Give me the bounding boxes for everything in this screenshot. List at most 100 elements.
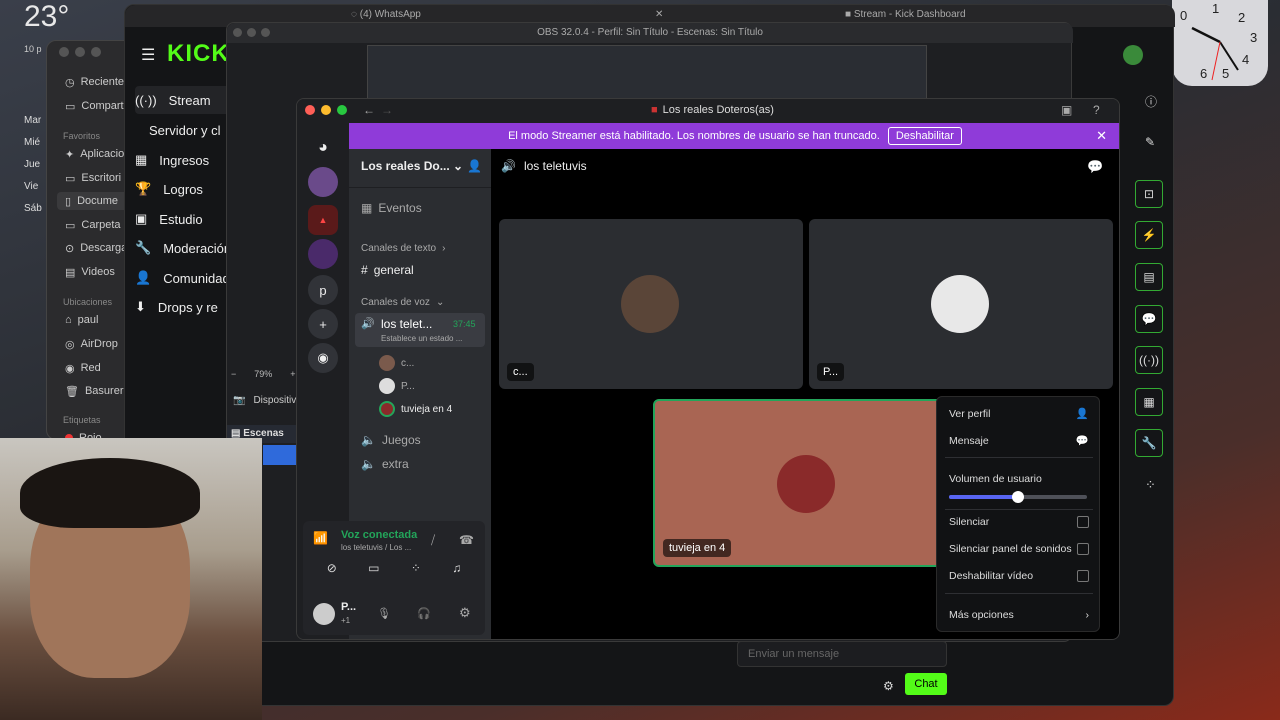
user-volume-slider[interactable] <box>949 491 1087 503</box>
zoom-dot-icon[interactable] <box>91 47 101 57</box>
menu-item-disable-video[interactable]: Deshabilitar vídeo <box>949 570 1089 582</box>
server-icon-p[interactable]: p <box>308 275 338 305</box>
text-channels-category[interactable]: Canales de texto › <box>361 243 445 254</box>
focus-icon[interactable]: ⊡ <box>1135 180 1163 208</box>
disable-streamer-mode-button[interactable]: Deshabilitar <box>887 127 962 145</box>
voice-connected-sub: los teletuvis / Los ... <box>341 543 412 552</box>
finder-item-network[interactable]: ◉ Red <box>65 359 101 377</box>
mute-soundboard-checkbox[interactable] <box>1077 543 1089 555</box>
close-banner-icon[interactable]: ✕ <box>1096 128 1107 144</box>
chat-send-button[interactable]: Chat <box>905 673 947 695</box>
finder-item-escritorio[interactable]: ▭ Escritori <box>65 169 121 187</box>
channel-general[interactable]: # general <box>361 263 414 277</box>
chat-message-input[interactable]: Enviar un mensaje <box>737 641 947 667</box>
video-tile-speaking[interactable]: tuvieja en 4 <box>653 399 957 567</box>
volume-knob[interactable] <box>1012 491 1024 503</box>
weather-temperature: 23° <box>24 0 70 33</box>
obs-scene-selected[interactable] <box>263 445 297 465</box>
mute-checkbox[interactable] <box>1077 516 1089 528</box>
channel-header-label: los teletuvis <box>523 159 587 173</box>
zoom-in-icon[interactable]: + <box>290 369 295 379</box>
events-item[interactable]: ▦ Eventos <box>361 201 422 215</box>
server-icon-3[interactable] <box>308 239 338 269</box>
invite-icon[interactable]: 👤 <box>467 159 482 173</box>
finder-item-compartido[interactable]: ▭ Compart <box>65 97 124 115</box>
finder-item-airdrop[interactable]: ◎ AirDrop <box>65 335 118 353</box>
noise-suppression-icon[interactable]: ⧸ <box>431 533 435 548</box>
chat-settings-gear-icon[interactable]: ⚙ <box>883 679 894 693</box>
finder-item-label: AirDrop <box>80 338 118 350</box>
chat-bubble-icon[interactable]: 💬 <box>1087 159 1103 175</box>
menu-item-message[interactable]: Mensaje 💬 <box>949 434 1089 448</box>
back-arrow-icon[interactable]: ← <box>363 103 375 117</box>
server-icon-dota[interactable]: ▲ <box>308 205 338 235</box>
chevron-right-icon: › <box>442 243 446 254</box>
microphone-icon[interactable]: 🎙 <box>377 607 391 620</box>
finder-item-carpeta[interactable]: ▭ Carpeta <box>65 216 121 234</box>
nav-label: Ingresos <box>159 152 210 168</box>
layout-icon[interactable]: ▦ <box>1135 388 1163 416</box>
screen-share-icon[interactable]: ▭ <box>368 561 379 585</box>
film-icon: ▤ <box>65 266 76 279</box>
voice-user[interactable]: P... <box>379 378 415 394</box>
voice-user-panel: 📶 Voz conectada los teletuvis / Los ... … <box>303 521 485 635</box>
discord-logo-icon[interactable]: ◕ <box>308 133 338 163</box>
chevron-down-icon: ⌄ <box>453 159 464 173</box>
help-icon[interactable]: ? <box>1093 103 1100 117</box>
minimize-dot-icon[interactable] <box>321 105 331 115</box>
menu-item-mute-soundboard[interactable]: Silenciar panel de sonidos <box>949 543 1089 555</box>
broadcast-icon[interactable]: ((·)) <box>1135 346 1163 374</box>
chat-bubble-icon: 💬 <box>1075 435 1089 447</box>
finder-item-recientes[interactable]: ◷ Reciente <box>65 73 124 91</box>
menu-item-mute[interactable]: Silenciar <box>949 516 1089 528</box>
disable-video-checkbox[interactable] <box>1077 570 1089 582</box>
camera-off-icon[interactable]: ⊘ <box>327 561 337 585</box>
lightning-icon[interactable]: ⚡ <box>1135 221 1163 249</box>
activities-icon[interactable]: ⁘ <box>411 561 421 585</box>
hamburger-menu-icon[interactable]: ☰ <box>141 45 155 65</box>
voice-channel-active[interactable]: 🔊 los telet... 37:45 Establece un estado… <box>355 313 485 347</box>
minimize-dot-icon[interactable] <box>75 47 85 57</box>
inbox-icon[interactable]: ▣ <box>1061 103 1072 117</box>
obs-source-device[interactable]: 📷 Dispositiv <box>233 395 296 406</box>
close-dot-icon[interactable] <box>305 105 315 115</box>
video-tile[interactable]: P... <box>809 219 1113 389</box>
soundboard-icon[interactable]: ♫ <box>452 561 461 585</box>
edit-icon[interactable]: ✎ <box>1145 135 1155 149</box>
voice-user[interactable]: tuvieja en 4 <box>379 401 452 417</box>
user-avatar[interactable] <box>1123 45 1143 65</box>
menu-item-view-profile[interactable]: Ver perfil 👤 <box>949 407 1089 421</box>
explore-icon[interactable]: ◉ <box>308 343 338 373</box>
server-name-header[interactable]: Los reales Do... ⌄ <box>361 159 463 173</box>
finder-item-trash[interactable]: 🗑 Basurero <box>65 382 130 400</box>
zoom-dot-icon[interactable] <box>337 105 347 115</box>
chat-icon[interactable]: 💬 <box>1135 305 1163 333</box>
finder-item-label: Compart <box>81 100 124 112</box>
settings-gear-icon[interactable]: ⚙ <box>459 605 471 621</box>
add-server-icon[interactable]: + <box>308 309 338 339</box>
zoom-out-icon[interactable]: − <box>231 369 236 379</box>
disconnect-icon[interactable]: ☎ <box>459 533 474 547</box>
tab-kick[interactable]: ■ Stream - Kick Dashboard <box>845 9 966 20</box>
user-avatar[interactable] <box>313 603 335 625</box>
apps-cluster-icon[interactable]: ⁘ <box>1145 477 1156 493</box>
notes-icon[interactable]: ▤ <box>1135 263 1163 291</box>
tab-close-icon[interactable]: ✕ <box>655 9 663 20</box>
video-tile[interactable]: c... <box>499 219 803 389</box>
finder-item-videos[interactable]: ▤ Videos <box>65 263 115 281</box>
forward-arrow-icon[interactable]: → <box>381 103 393 117</box>
server-icon-1[interactable] <box>308 167 338 197</box>
voice-channel-juegos[interactable]: 🔈 Juegos <box>361 433 421 447</box>
voice-user[interactable]: c... <box>379 355 414 371</box>
tab-whatsapp[interactable]: ◌ (4) WhatsApp <box>351 9 421 20</box>
finder-item-home[interactable]: ⌂ paul <box>65 311 98 329</box>
finder-item-descargas[interactable]: ⊙ Descarga <box>65 239 127 257</box>
voice-channel-extra[interactable]: 🔈 extra <box>361 457 409 471</box>
close-dot-icon[interactable] <box>59 47 69 57</box>
wrench-tool-icon[interactable]: 🔧 <box>1135 429 1163 457</box>
finder-item-aplicaciones[interactable]: ✦ Aplicacio <box>65 145 124 163</box>
menu-item-more-options[interactable]: Más opciones › <box>949 609 1089 621</box>
info-icon[interactable]: ⓘ <box>1145 93 1157 110</box>
voice-channels-category[interactable]: Canales de voz ⌄ <box>361 297 444 308</box>
headphones-icon[interactable]: 🎧 <box>417 607 431 620</box>
